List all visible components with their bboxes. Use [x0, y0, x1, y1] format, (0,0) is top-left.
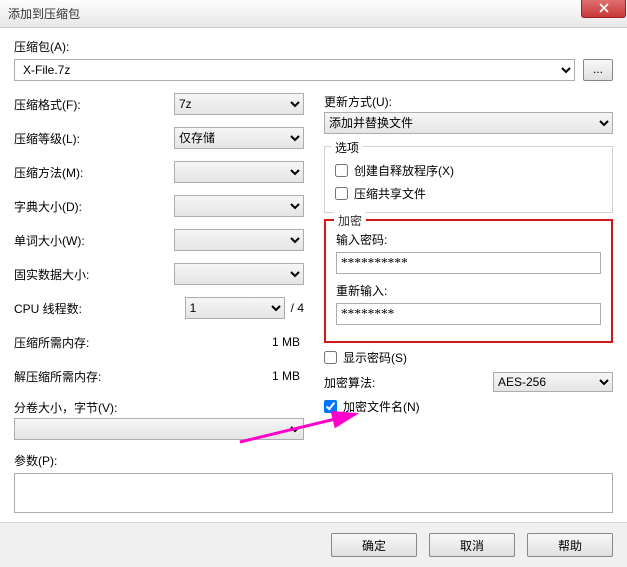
solid-label: 固实数据大小: [14, 266, 164, 283]
word-label: 单词大小(W): [14, 232, 164, 249]
show-password-label: 显示密码(S) [343, 349, 407, 366]
password-label: 输入密码: [336, 231, 601, 248]
update-select[interactable]: 添加并替换文件 [324, 112, 613, 134]
format-select[interactable]: 7z [174, 93, 304, 115]
browse-button[interactable]: ... [583, 59, 613, 81]
encryption-legend: 加密 [334, 212, 366, 229]
options-legend: 选项 [331, 139, 363, 156]
level-select[interactable]: 仅存储 [174, 127, 304, 149]
options-fieldset: 选项 创建自释放程序(X) 压缩共享文件 [324, 146, 613, 213]
params-input[interactable] [14, 473, 613, 513]
sfx-label: 创建自释放程序(X) [354, 162, 454, 179]
dict-label: 字典大小(D): [14, 198, 164, 215]
title-bar: 添加到压缩包 [0, 0, 627, 28]
word-select[interactable] [174, 229, 304, 251]
archive-label: 压缩包(A): [14, 38, 613, 55]
format-label: 压缩格式(F): [14, 96, 164, 113]
ok-button[interactable]: 确定 [331, 533, 417, 557]
help-button[interactable]: 帮助 [527, 533, 613, 557]
password2-label: 重新输入: [336, 282, 601, 299]
algo-label: 加密算法: [324, 374, 493, 391]
split-label: 分卷大小，字节(V): [14, 399, 304, 416]
algo-select[interactable]: AES-256 [493, 372, 613, 392]
mem-comp-value: 1 MB [174, 335, 304, 349]
window-title: 添加到压缩包 [4, 5, 80, 22]
encrypt-names-label: 加密文件名(N) [343, 398, 420, 415]
right-column: 更新方式(U): 添加并替换文件 选项 创建自释放程序(X) 压缩共享文件 加密 [324, 93, 613, 446]
dict-select[interactable] [174, 195, 304, 217]
update-label: 更新方式(U): [324, 93, 613, 110]
method-select[interactable] [174, 161, 304, 183]
sfx-checkbox[interactable] [335, 164, 348, 177]
cpu-label: CPU 线程数: [14, 300, 164, 317]
solid-select[interactable] [174, 263, 304, 285]
close-button[interactable] [581, 0, 626, 18]
mem-decomp-value: 1 MB [174, 369, 304, 383]
level-label: 压缩等级(L): [14, 130, 164, 147]
mem-comp-label: 压缩所需内存: [14, 334, 164, 351]
archive-name-select[interactable]: X-File.7z [14, 59, 575, 81]
cpu-select[interactable]: 1 [185, 297, 285, 319]
method-label: 压缩方法(M): [14, 164, 164, 181]
split-select[interactable] [14, 418, 304, 440]
params-label: 参数(P): [14, 452, 613, 469]
shared-checkbox[interactable] [335, 187, 348, 200]
dialog-body: 压缩包(A): X-File.7z ... 压缩格式(F): 7z 压缩等级(L… [0, 28, 627, 522]
mem-decomp-label: 解压缩所需内存: [14, 368, 164, 385]
button-bar: 确定 取消 帮助 [0, 522, 627, 567]
shared-label: 压缩共享文件 [354, 185, 426, 202]
left-column: 压缩格式(F): 7z 压缩等级(L): 仅存储 压缩方法(M): 字典大小(D… [14, 93, 304, 446]
cpu-total: / 4 [291, 301, 304, 315]
encryption-fieldset: 加密 输入密码: 重新输入: [324, 219, 613, 343]
password-input[interactable] [336, 252, 601, 274]
cancel-button[interactable]: 取消 [429, 533, 515, 557]
show-password-checkbox[interactable] [324, 351, 337, 364]
encrypt-names-checkbox[interactable] [324, 400, 337, 413]
password2-input[interactable] [336, 303, 601, 325]
